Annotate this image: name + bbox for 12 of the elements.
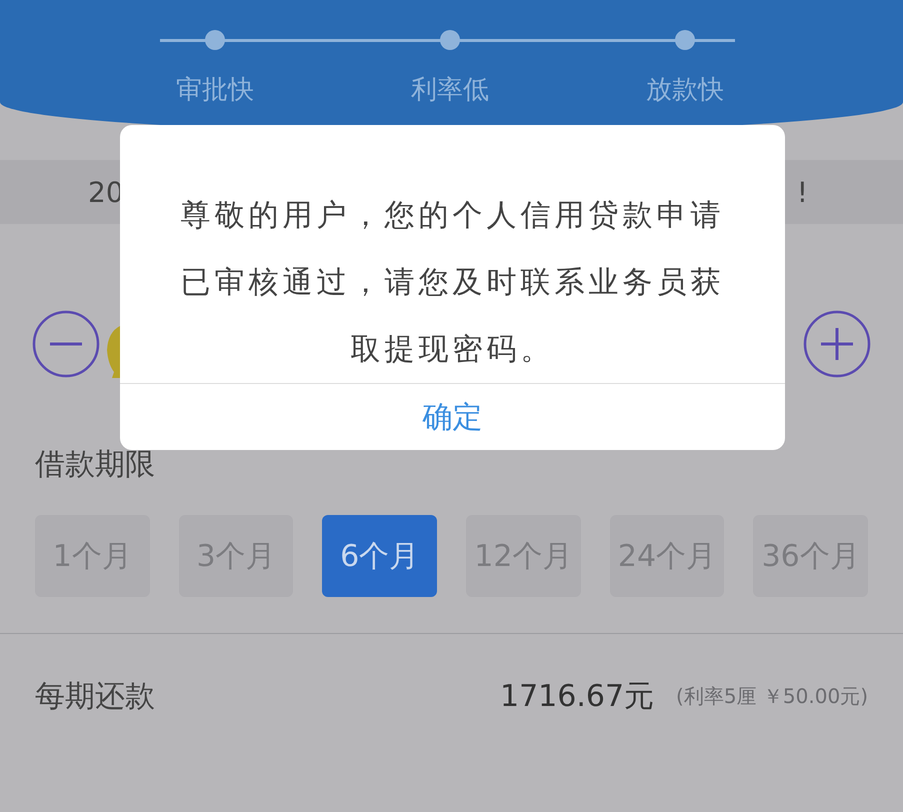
minus-icon[interactable]: [32, 310, 100, 378]
notice-text: !: [796, 176, 808, 208]
step-label: 放款快: [646, 74, 724, 107]
repayment-amount: 1716.67元: [500, 678, 654, 716]
repayment-label: 每期还款: [35, 678, 156, 716]
plus-icon[interactable]: [803, 310, 871, 378]
confirm-button[interactable]: 确定: [120, 383, 785, 450]
rate-detail: (利率5厘 ￥50.00元): [676, 682, 868, 710]
step-label: 审批快: [176, 74, 254, 107]
step-label: 利率低: [411, 74, 489, 107]
term-option[interactable]: 6个月: [322, 515, 438, 597]
dialog-message: 尊敬的用户，您的个人信用贷款申请已审核通过，请您及时联系业务员获取提现密码。: [180, 197, 726, 369]
